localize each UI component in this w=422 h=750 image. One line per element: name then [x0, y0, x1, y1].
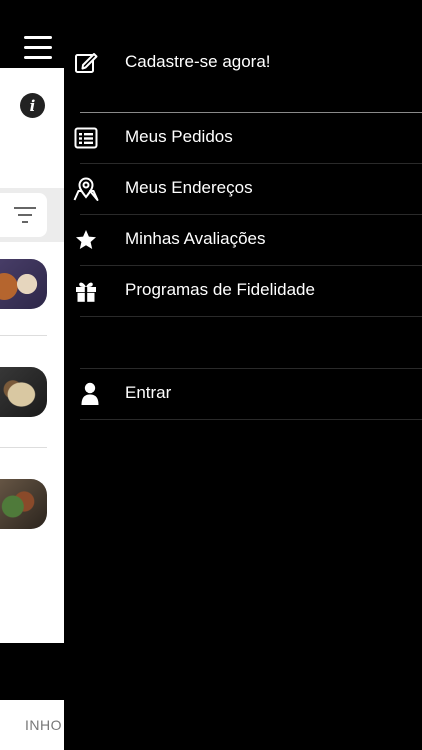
filter-icon: [14, 207, 36, 223]
menu-item-fidelidade[interactable]: Programas de Fidelidade: [64, 266, 422, 316]
star-icon: [76, 230, 96, 249]
menu-item-label: Meus Pedidos: [125, 127, 233, 146]
list-divider: [0, 335, 47, 336]
restaurant-list-panel: i: [0, 68, 64, 643]
login-menu-item[interactable]: Entrar: [64, 369, 422, 419]
list-divider: [0, 447, 47, 448]
menu-item-pedidos[interactable]: Meus Pedidos: [64, 113, 422, 163]
menu-item-label: Minhas Avaliações: [125, 229, 266, 248]
menu-item-label: Programas de Fidelidade: [125, 280, 315, 299]
signup-menu-item[interactable]: Cadastre-se agora!: [64, 38, 422, 88]
menu-divider: [80, 419, 422, 420]
restaurant-thumbnail[interactable]: [0, 367, 47, 417]
menu-item-label: Meus Endereços: [125, 178, 253, 197]
background-app: i INHO: [0, 0, 64, 750]
filter-button[interactable]: [0, 193, 47, 237]
bottom-bar[interactable]: INHO: [0, 700, 64, 750]
filter-bar: [0, 188, 64, 242]
restaurant-thumbnail[interactable]: [0, 479, 47, 529]
restaurant-thumbnail[interactable]: [0, 259, 47, 309]
list-alt-icon: [74, 127, 98, 149]
info-icon[interactable]: i: [20, 93, 45, 118]
menu-item-enderecos[interactable]: Meus Endereços: [64, 164, 422, 214]
menu-icon[interactable]: [24, 36, 52, 59]
navigation-drawer: Cadastre-se agora! Meus Pedidos Meus End…: [64, 0, 422, 750]
login-label: Entrar: [125, 383, 172, 402]
edit-icon: [75, 53, 98, 73]
menu-divider: [80, 316, 422, 317]
gift-icon: [76, 282, 96, 302]
signup-label: Cadastre-se agora!: [125, 52, 271, 71]
bottom-bar-label: INHO: [25, 717, 62, 733]
user-icon: [81, 382, 99, 405]
menu-item-avaliacoes[interactable]: Minhas Avaliações: [64, 215, 422, 265]
map-marker-icon: [73, 177, 99, 201]
